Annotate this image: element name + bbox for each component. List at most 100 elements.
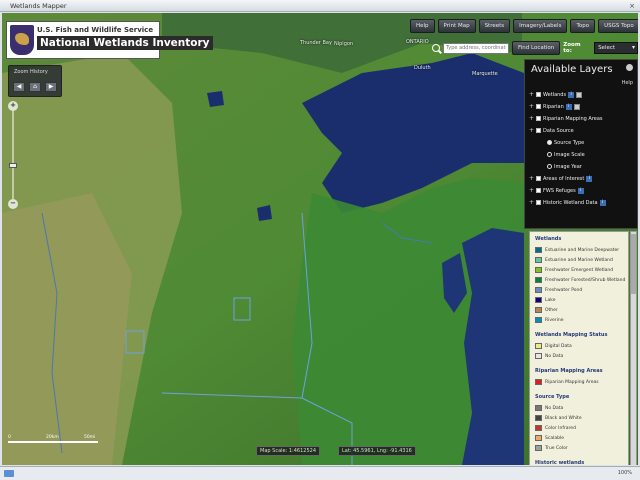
layer-checkbox[interactable] <box>536 104 541 109</box>
legend-label: Lake <box>545 297 556 303</box>
legend-item: No Data <box>535 352 563 360</box>
legend-swatch <box>535 405 542 411</box>
layer-row[interactable]: + Areas of Interest i <box>529 174 593 183</box>
layer-label: Image Scale <box>554 151 585 158</box>
map-label: Thunder Bay <box>300 40 332 46</box>
print-map-button[interactable]: Print Map <box>437 19 476 33</box>
layer-checkbox[interactable] <box>536 92 541 97</box>
layer-checkbox[interactable] <box>536 176 541 181</box>
expand-icon[interactable]: + <box>529 103 534 110</box>
legend-scroll-thumb[interactable] <box>631 234 636 294</box>
zoom-history-title: Zoom History <box>14 69 48 75</box>
legend-symbol-icon[interactable] <box>576 91 583 98</box>
available-layers-panel: Available Layers Help + Wetlands i + Riparia… <box>524 59 638 229</box>
layers-help-link[interactable]: Help <box>622 80 633 86</box>
close-icon[interactable]: × <box>628 2 636 10</box>
legend-item: Estuarine and Marine Deepwater <box>535 246 619 254</box>
layer-radio[interactable] <box>547 152 552 157</box>
scale-bar-line <box>8 441 98 443</box>
basemap-topo-button[interactable]: Topo <box>570 19 596 33</box>
legend-item: Lake <box>535 296 555 304</box>
layer-row[interactable]: Image Scale <box>547 150 585 159</box>
layer-row[interactable]: Image Year <box>547 162 582 171</box>
expand-icon[interactable]: + <box>529 115 534 122</box>
zoom-in-button[interactable]: + <box>8 101 18 111</box>
layer-row[interactable]: + FWS Refuges i <box>529 186 584 195</box>
map-canvas[interactable]: Thunder Bay Nipigon ONTARIO Duluth Marqu… <box>2 13 638 465</box>
legend-item: Riparian Mapping Areas <box>535 378 599 386</box>
layer-checkbox[interactable] <box>536 200 541 205</box>
layer-row[interactable]: + Wetlands i <box>529 90 583 99</box>
legend-swatch <box>535 317 542 323</box>
layer-checkbox[interactable] <box>536 116 541 121</box>
layer-label: Historic Wetland Data <box>543 199 598 206</box>
legend-item: Color Infrared <box>535 424 576 432</box>
legend-item: True Color <box>535 444 568 452</box>
legend-section-title: Wetlands Mapping Status <box>535 332 608 338</box>
map-scale-readout: Map Scale: 1:4612524 <box>256 446 321 456</box>
legend-swatch <box>535 287 542 293</box>
zoom-back-button[interactable]: ◀ <box>13 82 25 92</box>
legend-item: Other <box>535 306 558 314</box>
expand-icon[interactable]: + <box>529 127 534 134</box>
layer-radio[interactable] <box>547 164 552 169</box>
expand-icon[interactable]: + <box>529 187 534 194</box>
info-icon[interactable]: i <box>565 103 572 110</box>
info-icon[interactable]: i <box>586 175 593 182</box>
basemap-imagery-button[interactable]: Imagery/Labels <box>513 19 568 33</box>
nwi-logo: U.S. Fish and Wildlife Service National … <box>6 21 213 59</box>
help-button[interactable]: Help <box>410 19 435 33</box>
legend-section-title: Wetlands <box>535 236 562 242</box>
legend-item: Estuarine and Marine Wetland <box>535 256 613 264</box>
zoom-forward-button[interactable]: ▶ <box>45 82 57 92</box>
zoom-slider-thumb[interactable] <box>9 163 17 168</box>
map-label: Marquette <box>472 71 498 77</box>
layer-row[interactable]: + Riparian Mapping Areas <box>529 114 603 123</box>
layer-label: Riparian Mapping Areas <box>543 115 603 122</box>
search-input[interactable] <box>443 42 509 54</box>
zoom-to-select[interactable]: Select <box>594 42 638 54</box>
layer-row[interactable]: + Riparian i <box>529 102 580 111</box>
legend-label: Scalable <box>545 435 564 441</box>
legend-label: Other <box>545 307 558 313</box>
search-bar: Find Location Zoom to: Select <box>432 41 638 55</box>
legend-scrollbar[interactable] <box>630 231 637 465</box>
basemap-usgs-topo-button[interactable]: USGS Topo <box>598 19 638 33</box>
legend-item: Riverine <box>535 316 564 324</box>
legend-swatch <box>535 425 542 431</box>
info-icon[interactable]: i <box>568 91 575 98</box>
taskbar-icon[interactable] <box>4 470 14 477</box>
info-icon[interactable]: i <box>599 199 606 206</box>
legend-label: Estuarine and Marine Wetland <box>545 257 613 263</box>
legend-swatch <box>535 343 542 349</box>
legend-label: Riverine <box>545 317 564 323</box>
legend-item: Black and White <box>535 414 582 422</box>
legend-item: Digital Data <box>535 342 572 350</box>
layer-row[interactable]: + Historic Wetland Data i <box>529 198 606 207</box>
collapse-panel-icon[interactable] <box>626 64 633 71</box>
legend-symbol-icon[interactable] <box>573 103 580 110</box>
expand-icon[interactable]: + <box>529 199 534 206</box>
layer-row[interactable]: + Data Source <box>529 126 574 135</box>
layer-checkbox[interactable] <box>536 188 541 193</box>
status-bar: 100% <box>0 466 640 480</box>
zoom-home-button[interactable]: ⌂ <box>29 82 41 92</box>
layers-title: Available Layers <box>531 64 613 75</box>
expand-icon[interactable]: + <box>529 175 534 182</box>
scale-label: 20km <box>46 435 59 440</box>
legend-section-title: Riparian Mapping Areas <box>535 368 603 374</box>
expand-icon[interactable]: + <box>529 91 534 98</box>
legend-swatch <box>535 297 542 303</box>
info-icon[interactable]: i <box>577 187 584 194</box>
zoom-out-button[interactable]: − <box>8 199 18 209</box>
zoom-slider-track <box>12 111 14 199</box>
layer-checkbox[interactable] <box>536 128 541 133</box>
legend-label: No Data <box>545 405 564 411</box>
map-toolbar: Help Print Map Streets Imagery/Labels To… <box>410 19 638 35</box>
map-label: Nipigon <box>334 41 354 47</box>
find-location-button[interactable]: Find Location <box>512 41 561 55</box>
layer-row[interactable]: Source Type <box>547 138 584 147</box>
zoom-slider[interactable]: + − <box>7 101 19 209</box>
basemap-streets-button[interactable]: Streets <box>478 19 511 33</box>
layer-radio[interactable] <box>547 140 552 145</box>
